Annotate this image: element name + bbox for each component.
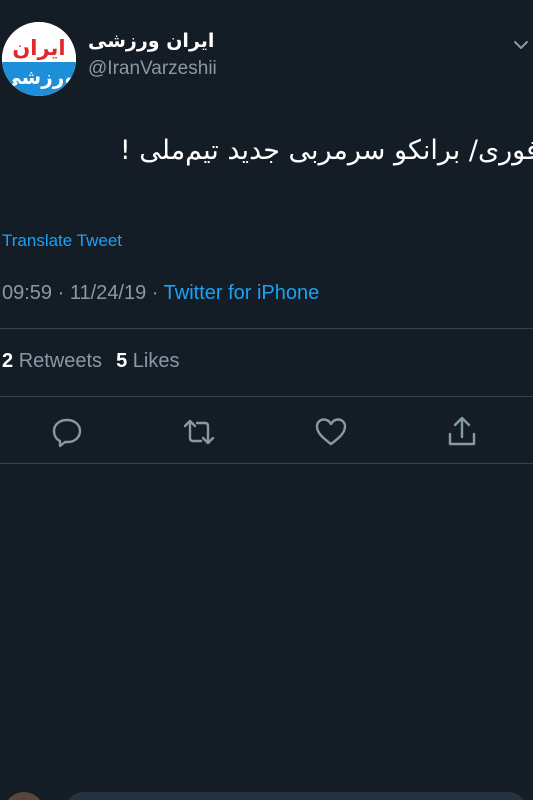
author-name[interactable]: ایران ورزشی [88,30,214,52]
tweet-time: 09:59 [2,282,53,304]
tweet-text: فوری/ برانکو سرمربی جدید تیم‌ملی ! [119,135,533,166]
retweets-label: Retweets [18,350,103,372]
retweet-icon[interactable] [181,414,217,450]
my-avatar [4,792,44,800]
tweet-text-container: فوری/ برانکو سرمربی جدید تیم‌ملی ! [0,128,533,178]
avatar[interactable]: ایران ورزشی [2,22,76,96]
tweet-stats: 2 Retweets 5 Likes [2,350,179,373]
tweet-date: 11/24/19 [69,282,147,304]
meta-separator-2: · [146,282,164,304]
chevron-down-icon[interactable] [512,36,530,54]
likes-count: 5 [116,350,128,372]
retweets-count: 2 [2,350,14,372]
reply-bar [0,780,533,800]
meta-separator: · [52,282,70,304]
likes-stat[interactable]: 5 Likes [116,350,179,372]
heart-icon[interactable] [313,414,349,450]
tweet-meta: 09:59 · 11/24/19 · Twitter for iPhone [2,282,319,305]
retweets-stat[interactable]: 2 Retweets [2,350,102,372]
tweet-actions-bar [0,404,533,460]
author-handle[interactable]: @IranVarzeshii [88,58,217,80]
reply-input[interactable] [64,792,528,800]
divider [0,463,533,464]
reply-icon[interactable] [49,414,85,450]
tweet-source-link[interactable]: Twitter for iPhone [164,282,320,304]
likes-label: Likes [132,350,180,372]
divider [0,396,533,397]
share-icon[interactable] [444,414,480,450]
tweet-detail-screen: ایران ورزشی ایران ورزشی @IranVarzeshii ف… [0,0,533,800]
divider [0,328,533,329]
tweet-header: ایران ورزشی ایران ورزشی @IranVarzeshii [0,20,533,100]
translate-tweet-link[interactable]: Translate Tweet [2,231,122,251]
avatar-logo: ایران ورزشی [2,22,76,96]
avatar-text-top: ایران [12,36,65,60]
avatar-text-bottom: ورزشی [2,65,76,89]
